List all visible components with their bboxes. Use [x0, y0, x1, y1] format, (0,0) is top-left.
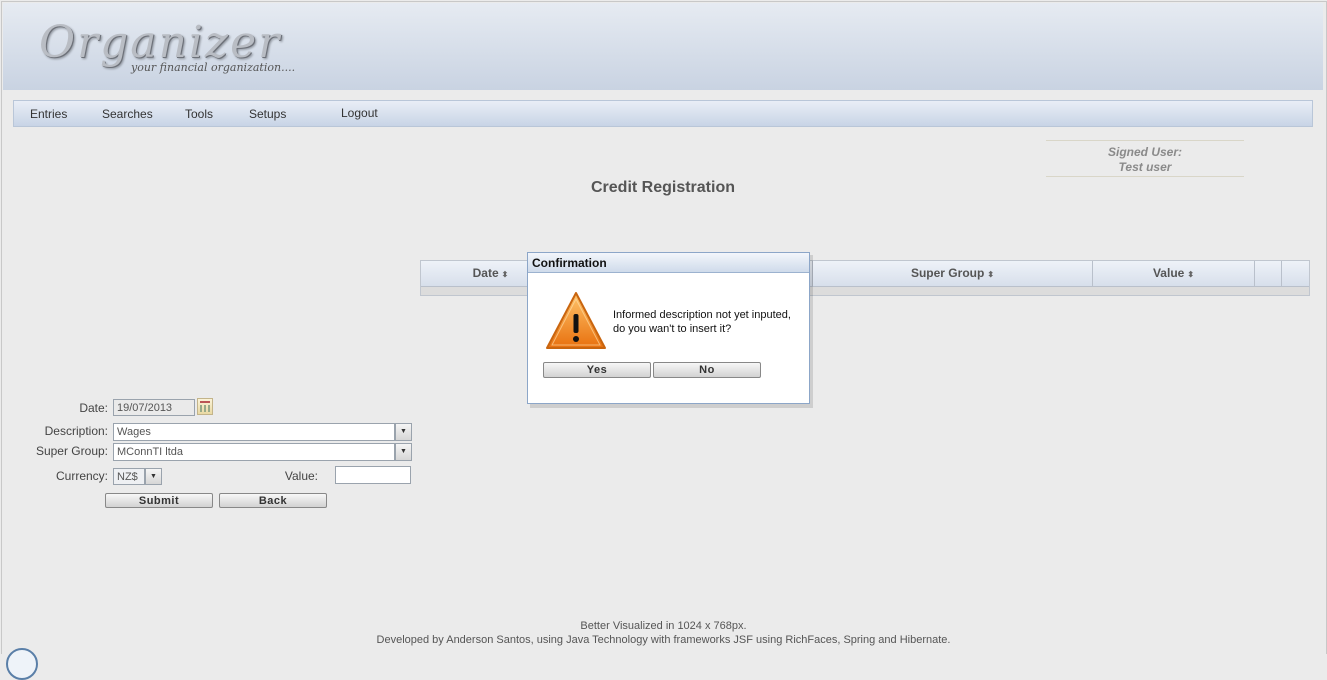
column-header-action-2 [1282, 261, 1309, 286]
app-logo-subtitle: your financial organization.... [131, 61, 296, 74]
submit-button[interactable]: Submit [105, 493, 213, 508]
super-group-label: Super Group: [35, 444, 108, 458]
date-field[interactable]: 19/07/2013 [113, 399, 195, 416]
value-input[interactable] [335, 466, 411, 484]
super-group-dropdown-button[interactable]: ▼ [395, 443, 412, 461]
yes-button[interactable]: Yes [543, 362, 651, 378]
dialog-message: Informed description not yet inputed, do… [613, 309, 791, 335]
description-dropdown-button[interactable]: ▼ [395, 423, 412, 441]
signed-user-label: Signed User: [1107, 145, 1182, 159]
dialog-title: Confirmation [528, 253, 809, 273]
currency-select[interactable]: NZ$ [113, 468, 145, 485]
globe-icon [6, 648, 38, 680]
footer-credits: Developed by Anderson Santos, using Java… [376, 634, 951, 646]
warning-icon [546, 292, 606, 349]
footer-resolution-note: Better Visualized in 1024 x 768px. [580, 620, 747, 632]
menu-tools[interactable]: Tools [185, 107, 213, 121]
back-button[interactable]: Back [219, 493, 327, 508]
menu-setups[interactable]: Setups [249, 107, 286, 121]
sort-icon: ⬍ [987, 270, 995, 279]
main-menu: Entries Searches Tools Setups Logout [13, 100, 1313, 127]
menu-logout[interactable]: Logout [341, 106, 378, 120]
signed-user-box: Signed User: Test user [1046, 140, 1244, 177]
app-header: Organizer your financial organization...… [3, 3, 1323, 90]
chevron-down-icon: ▼ [400, 428, 407, 435]
description-input[interactable]: Wages [113, 423, 395, 441]
chevron-down-icon: ▼ [150, 473, 157, 480]
currency-dropdown-button[interactable]: ▼ [145, 468, 162, 485]
value-label: Value: [284, 469, 318, 483]
sort-icon: ⬍ [501, 270, 509, 279]
column-header-action-1 [1255, 261, 1282, 286]
sort-icon: ⬍ [1187, 270, 1195, 279]
chevron-down-icon: ▼ [400, 448, 407, 455]
menu-entries[interactable]: Entries [30, 107, 67, 121]
confirmation-dialog: Confirmation Informed description not ye… [527, 252, 810, 404]
no-button[interactable]: No [653, 362, 761, 378]
currency-label: Currency: [55, 469, 108, 483]
date-label: Date: [79, 401, 108, 415]
description-label: Description: [44, 424, 108, 438]
column-header-super-group[interactable]: Super Group ⬍ [813, 261, 1093, 286]
calendar-icon[interactable] [197, 398, 213, 415]
page-title: Credit Registration [590, 179, 735, 196]
signed-user-name: Test user [1118, 160, 1172, 174]
super-group-input[interactable]: MConnTI ltda [113, 443, 395, 461]
column-header-value[interactable]: Value ⬍ [1093, 261, 1255, 286]
menu-searches[interactable]: Searches [102, 107, 153, 121]
